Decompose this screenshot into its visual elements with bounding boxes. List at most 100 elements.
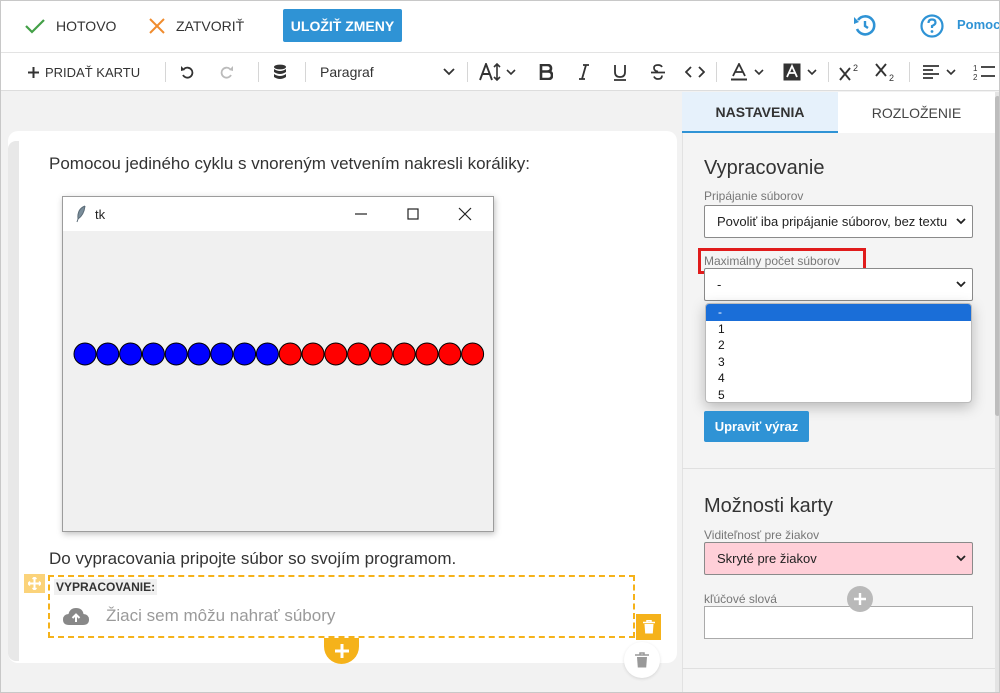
code-icon xyxy=(685,66,705,78)
chevron-down-icon xyxy=(946,68,956,75)
undo-button[interactable] xyxy=(176,53,198,91)
section-divider xyxy=(682,468,995,469)
database-button[interactable] xyxy=(270,53,290,91)
bead xyxy=(233,342,257,366)
plus-icon xyxy=(334,644,349,658)
visibility-label: Viditeľnosť pre žiakov xyxy=(704,528,820,542)
upload-hint: Žiaci sem môžu nahrať súbory xyxy=(106,606,336,625)
move-icon xyxy=(28,577,41,590)
chevron-down-icon xyxy=(505,68,516,75)
add-card-button[interactable]: PRIDAŤ KARTU xyxy=(28,53,140,91)
font-size-button[interactable] xyxy=(476,53,518,91)
italic-button[interactable] xyxy=(574,53,594,91)
bead xyxy=(164,342,188,366)
font-size-icon xyxy=(478,63,501,81)
visibility-select[interactable]: Skryté pre žiakov xyxy=(704,542,973,575)
numbered-list-button[interactable]: 12 xyxy=(972,53,996,91)
text-color-button[interactable] xyxy=(726,53,768,91)
underline-button[interactable] xyxy=(610,53,630,91)
plus-icon xyxy=(28,66,39,78)
history-icon[interactable] xyxy=(852,14,878,38)
cloud-upload-icon xyxy=(63,608,89,625)
bead xyxy=(369,342,393,366)
beads-canvas xyxy=(73,342,485,366)
bead xyxy=(96,342,120,366)
close-button[interactable]: ZATVORIŤ xyxy=(148,10,244,42)
keywords-input[interactable] xyxy=(704,606,973,639)
add-card-label: PRIDAŤ KARTU xyxy=(45,64,141,80)
subscript-button[interactable]: 2 xyxy=(874,53,898,91)
code-button[interactable] xyxy=(684,53,706,91)
card-side-strip xyxy=(8,141,19,661)
italic-icon xyxy=(579,64,589,80)
bead xyxy=(255,342,279,366)
bold-icon xyxy=(539,64,553,80)
chevron-down-icon xyxy=(956,555,966,562)
subscript-icon: 2 xyxy=(875,63,894,81)
svg-text:1: 1 xyxy=(973,64,978,73)
minimize-icon xyxy=(355,213,367,215)
file-upload-block[interactable]: VYPRACOVANIE: Žiaci sem môžu nahrať súbo… xyxy=(48,575,635,638)
help-icon[interactable] xyxy=(919,13,945,39)
toolbar-divider xyxy=(467,62,468,82)
max-files-value: - xyxy=(717,277,722,292)
intro-paragraph[interactable]: Pomocou jediného cyklu s vnoreným vetven… xyxy=(49,154,530,174)
add-keyword-button[interactable] xyxy=(847,586,873,612)
bead xyxy=(461,342,485,366)
toolbar-divider xyxy=(258,62,259,82)
task-paragraph[interactable]: Do vypracovania pripojte súbor so svojím… xyxy=(49,549,456,569)
strikethrough-button[interactable] xyxy=(648,53,668,91)
keywords-label: kľúčové slová xyxy=(704,592,777,606)
attach-files-select[interactable]: Povoliť iba pripájanie súborov, bez text… xyxy=(704,205,973,238)
visibility-value: Skryté pre žiakov xyxy=(717,551,817,566)
redo-button[interactable] xyxy=(216,53,238,91)
chevron-down-icon xyxy=(956,218,966,225)
save-changes-button[interactable]: ULOŽIŤ ZMENY xyxy=(283,9,402,42)
chevron-down-icon xyxy=(443,68,455,76)
text-color-icon xyxy=(731,63,747,81)
bead xyxy=(278,342,302,366)
bead xyxy=(438,342,462,366)
dropdown-option[interactable]: 1 xyxy=(706,321,971,338)
bold-button[interactable] xyxy=(536,53,556,91)
align-left-icon xyxy=(923,65,939,79)
bead xyxy=(210,342,234,366)
max-files-select[interactable]: - xyxy=(704,268,973,301)
window-close-icon xyxy=(458,207,472,221)
align-button[interactable] xyxy=(918,53,960,91)
done-button[interactable]: HOTOVO xyxy=(24,10,116,42)
panel-scrollbar-thumb[interactable] xyxy=(995,96,1000,416)
dropdown-option[interactable]: 5 xyxy=(706,387,971,402)
submission-section-title: Vypracovanie xyxy=(704,157,825,179)
tab-layout[interactable]: ROZLOŽENIE xyxy=(838,92,995,133)
top-bar: HOTOVO ZATVORIŤ ULOŽIŤ ZMENY Pomoc xyxy=(0,0,1000,53)
dropdown-option[interactable]: 3 xyxy=(706,354,971,371)
background-color-button[interactable] xyxy=(779,53,821,91)
help-link[interactable]: Pomoc xyxy=(957,17,1000,32)
redo-icon xyxy=(220,66,233,79)
bead xyxy=(187,342,211,366)
chevron-down-icon xyxy=(807,68,817,75)
tk-window-image: tk xyxy=(62,196,494,532)
superscript-button[interactable]: 2 xyxy=(838,53,862,91)
panel-tabs: NASTAVENIA ROZLOŽENIE xyxy=(682,92,995,133)
paragraph-format-select[interactable]: Paragraf xyxy=(320,53,455,91)
background-color-icon xyxy=(783,63,801,81)
edit-expression-button[interactable]: Upraviť výraz xyxy=(704,411,809,442)
tab-settings[interactable]: NASTAVENIA xyxy=(682,92,838,133)
plus-icon xyxy=(854,593,866,605)
strikethrough-icon xyxy=(651,64,665,80)
dropdown-option[interactable]: 4 xyxy=(706,370,971,387)
bead xyxy=(347,342,371,366)
toolbar-divider xyxy=(909,62,910,82)
dropdown-option[interactable]: 2 xyxy=(706,337,971,354)
bead xyxy=(324,342,348,366)
bead xyxy=(301,342,325,366)
max-files-dropdown: - 1 2 3 4 5 xyxy=(705,303,972,403)
delete-block-button[interactable] xyxy=(636,614,661,640)
attach-files-value: Povoliť iba pripájanie súborov, bez text… xyxy=(717,214,948,229)
dropdown-option[interactable]: - xyxy=(706,304,971,321)
move-block-handle[interactable] xyxy=(24,574,45,593)
maximize-icon xyxy=(407,208,419,220)
delete-card-button[interactable] xyxy=(624,642,660,678)
